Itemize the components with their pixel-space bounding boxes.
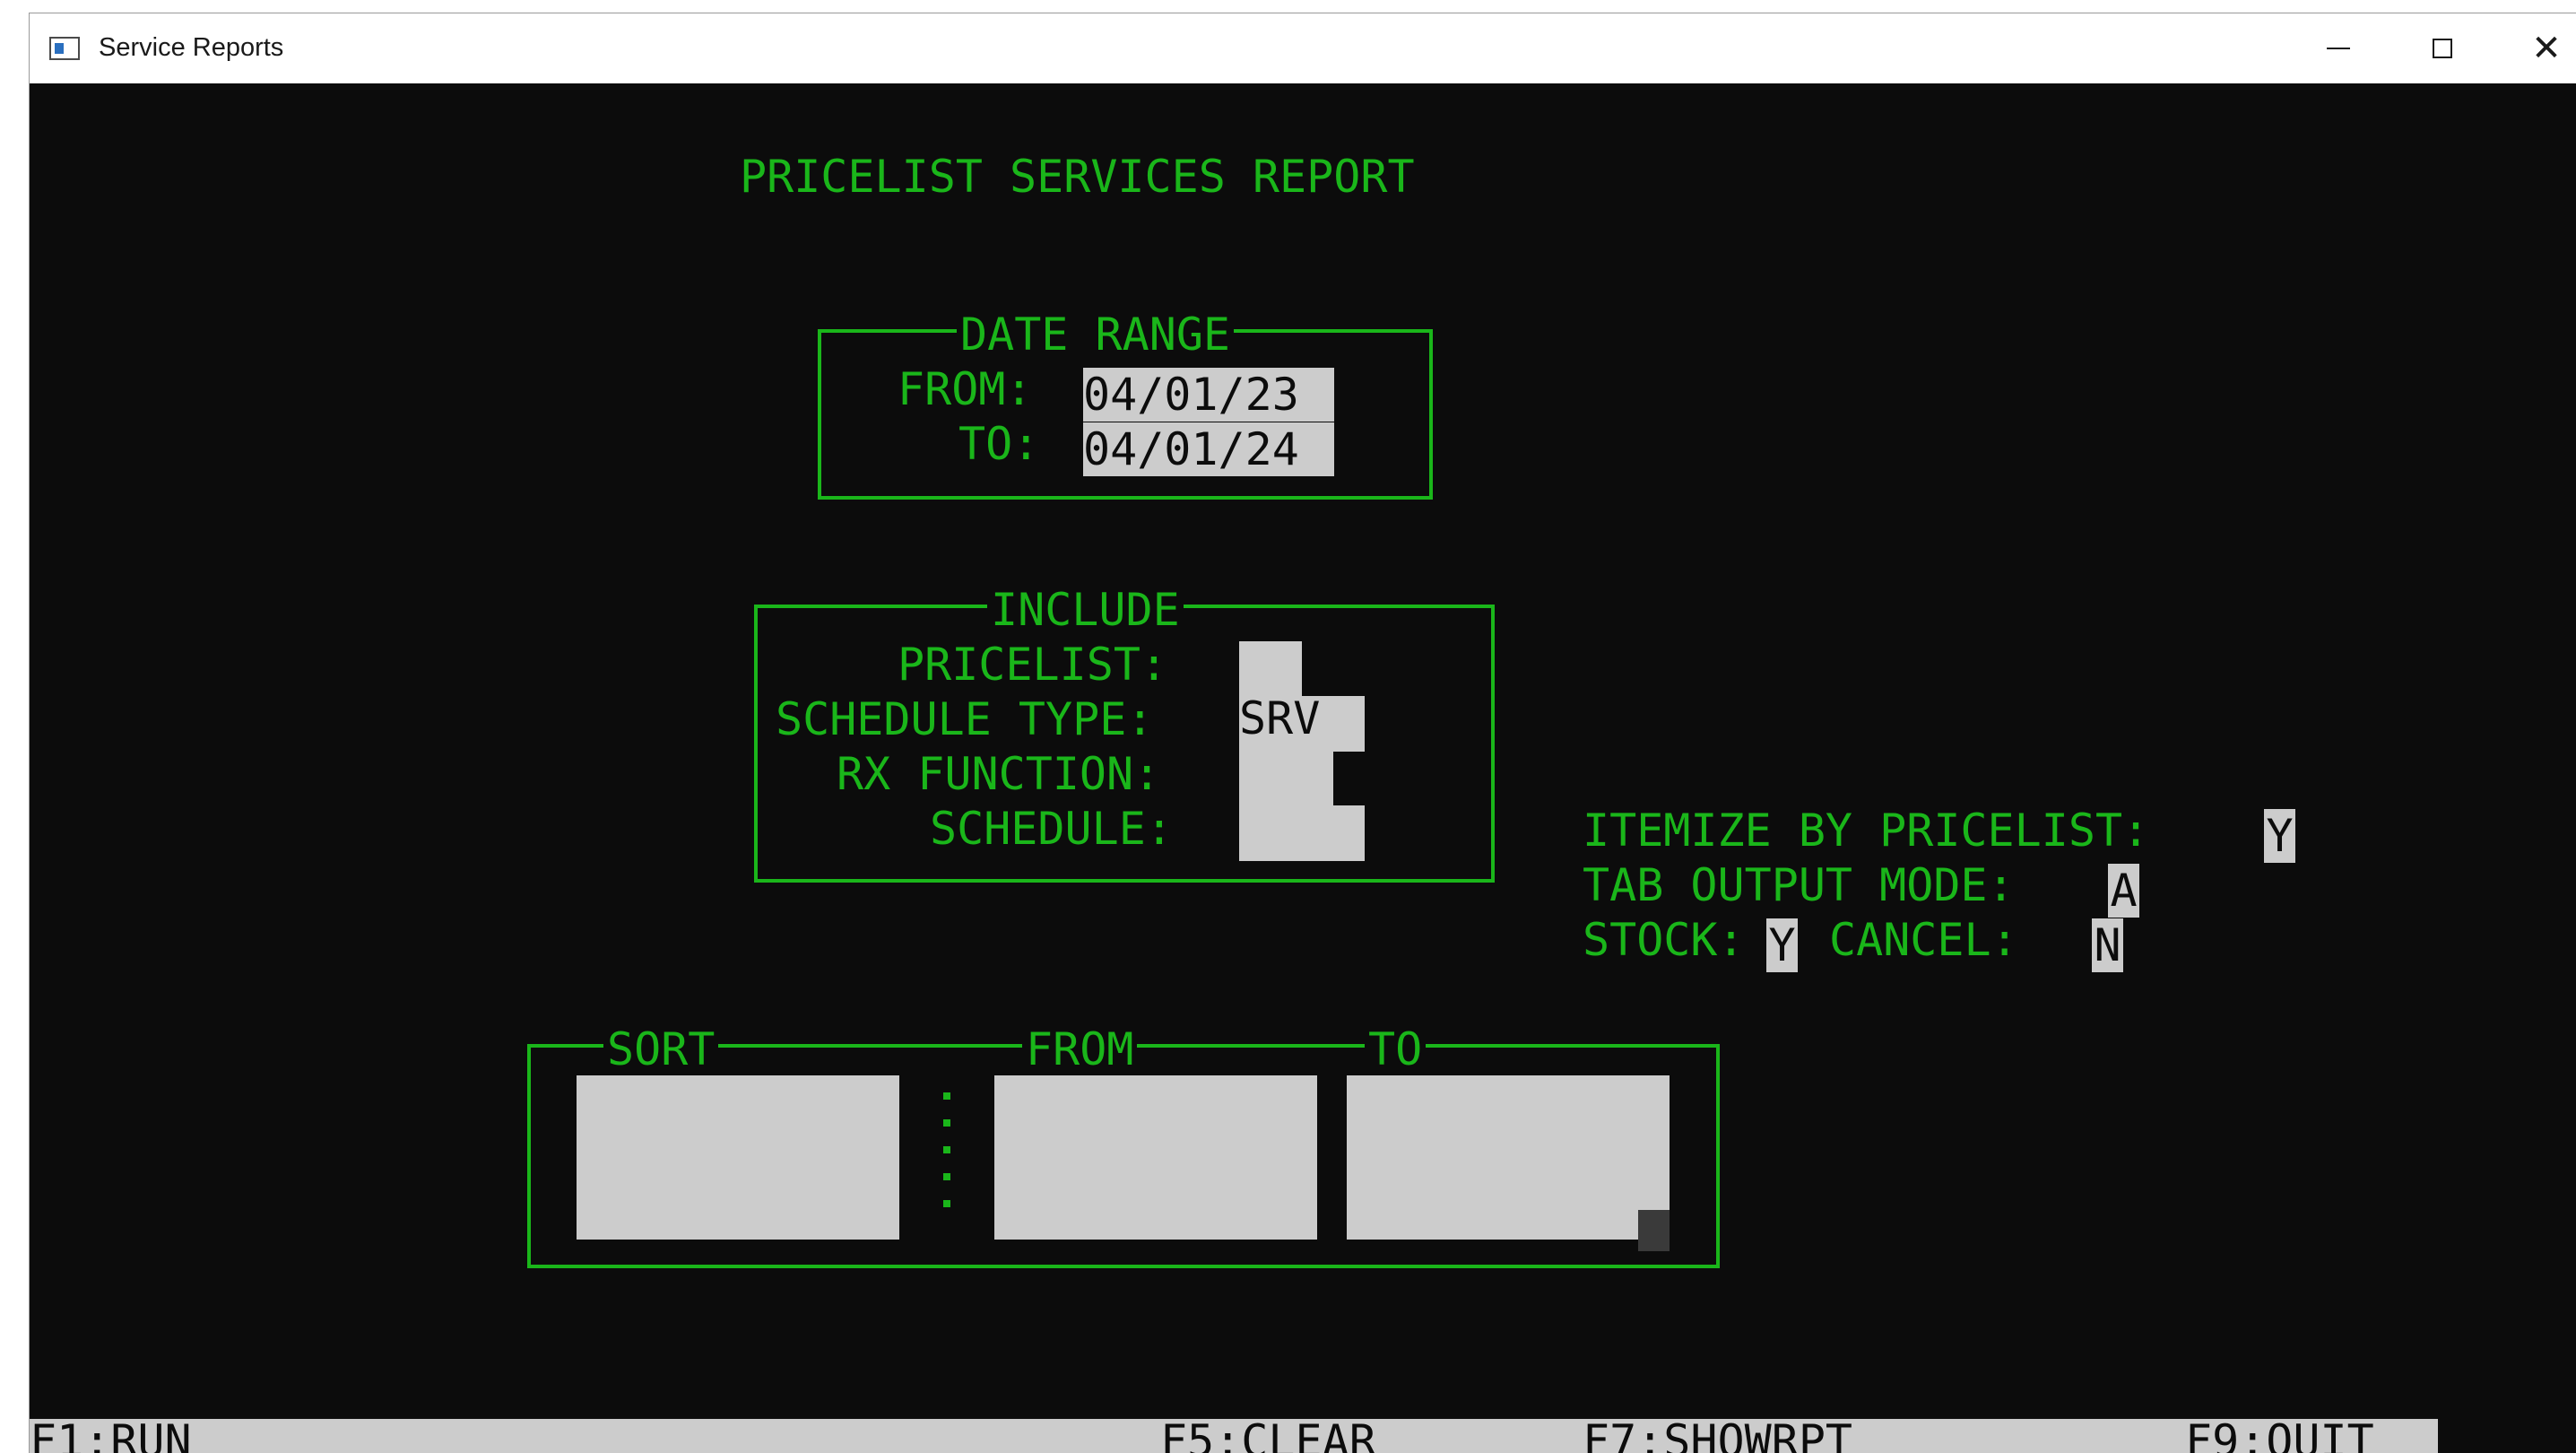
maximize-button[interactable] [2390, 13, 2494, 83]
stock-input[interactable]: Y [1766, 918, 1798, 972]
pricelist-label: PRICELIST: [898, 639, 1168, 691]
schedule-type-value: SRV [1239, 692, 1321, 744]
itemize-input[interactable]: Y [2264, 809, 2295, 863]
tab-output-input[interactable]: A [2108, 864, 2139, 918]
close-icon: ✕ [2531, 28, 2562, 69]
sort-to-legend: TO [1365, 1022, 1427, 1077]
sort-legend: SORT [603, 1022, 719, 1077]
sort-separator [943, 1092, 950, 1227]
rx-function-label: RX FUNCTION: [837, 748, 1161, 800]
report-heading: PRICELIST SERVICES REPORT [740, 151, 1415, 203]
console-app-icon [49, 37, 80, 60]
schedule-type-input[interactable]: SRV [1239, 692, 1365, 752]
rx-function-input[interactable] [1239, 751, 1333, 806]
stock-label: STOCK: [1583, 914, 1745, 966]
sort-field-input[interactable] [577, 1075, 899, 1240]
f1-run-key[interactable]: F1:RUN [30, 1419, 192, 1453]
sort-from-legend: FROM [1022, 1022, 1138, 1077]
close-button[interactable]: ✕ [2494, 13, 2576, 83]
text-cursor [1638, 1210, 1670, 1251]
function-key-bar: F1:RUN F5:CLEAR F7:SHOWRPT F9:QUIT [30, 1419, 2438, 1453]
minimize-icon [2327, 48, 2350, 49]
app-window: Service Reports ✕ PRICELIST SERVICES REP… [29, 13, 2576, 1453]
terminal-screen: PRICELIST SERVICES REPORT DATE RANGE FRO… [30, 83, 2576, 1453]
date-from-input[interactable]: 04/01/23 [1083, 368, 1334, 422]
schedule-label: SCHEDULE: [930, 803, 1173, 855]
date-range-legend: DATE RANGE [957, 307, 1235, 362]
schedule-input[interactable] [1239, 805, 1365, 861]
f7-showrpt-key[interactable]: F7:SHOWRPT [1583, 1419, 1852, 1453]
window-title: Service Reports [99, 33, 284, 62]
sort-from-input[interactable] [994, 1075, 1317, 1240]
schedule-type-label: SCHEDULE TYPE: [776, 693, 1154, 745]
minimize-button[interactable] [2286, 13, 2390, 83]
maximize-icon [2433, 39, 2452, 58]
title-bar[interactable]: Service Reports ✕ [30, 13, 2576, 83]
include-legend: INCLUDE [987, 582, 1184, 638]
cancel-input[interactable]: N [2092, 918, 2123, 972]
sort-to-input[interactable] [1347, 1075, 1670, 1240]
f9-quit-key[interactable]: F9:QUIT [2185, 1419, 2374, 1453]
f5-clear-key[interactable]: F5:CLEAR [1160, 1419, 1376, 1453]
date-to-input[interactable]: 04/01/24 [1083, 422, 1334, 476]
date-from-label: FROM: [898, 363, 1033, 415]
pricelist-input[interactable] [1239, 641, 1302, 697]
itemize-label: ITEMIZE BY PRICELIST: [1583, 805, 2150, 857]
tab-output-label: TAB OUTPUT MODE: [1583, 859, 2015, 911]
date-to-label: TO: [958, 418, 1040, 470]
cancel-label: CANCEL: [1829, 914, 2018, 966]
